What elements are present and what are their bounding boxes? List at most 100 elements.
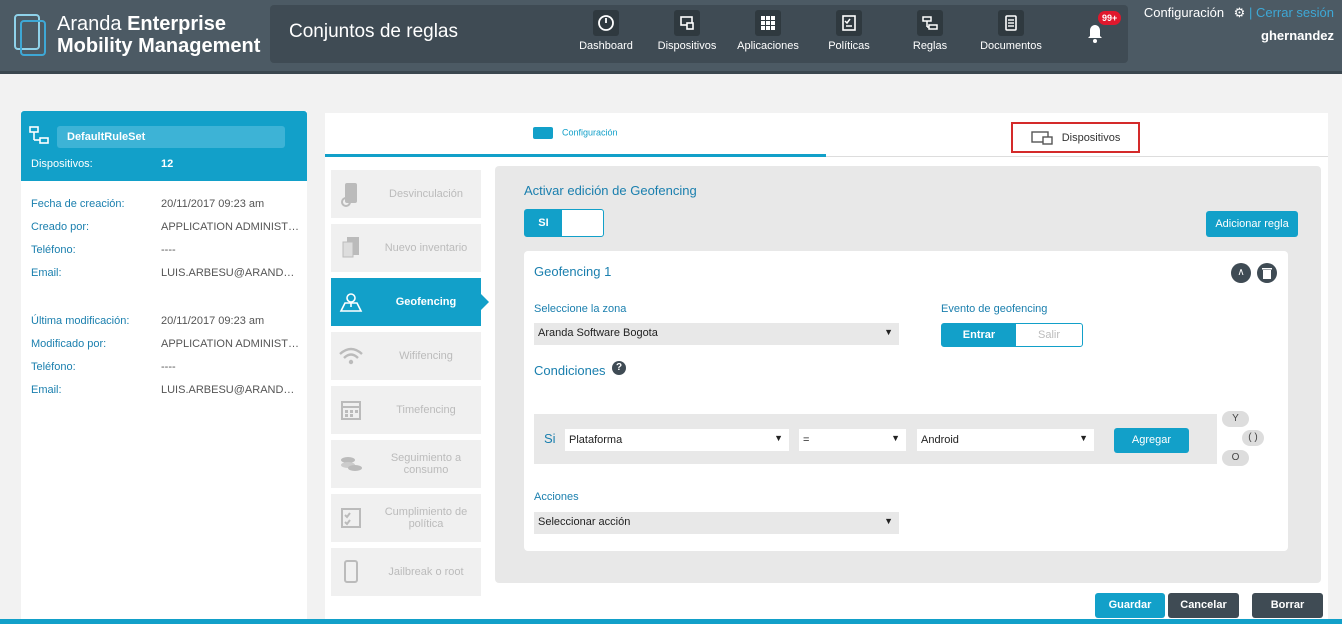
nav-dashboard[interactable]: Dashboard: [566, 10, 646, 62]
user-area: Configuración ⚙ | Cerrar sesión ghernand…: [1144, 5, 1334, 43]
menu-nuevo-inventario-label: Nuevo inventario: [384, 242, 468, 254]
menu-wififencing-label: Wififencing: [399, 350, 453, 362]
created-date-label: Fecha de creación:: [31, 198, 125, 210]
event-enter-option[interactable]: Entrar: [942, 324, 1016, 346]
modified-email-label: Email:: [31, 384, 62, 396]
unlink-phone-icon: [331, 181, 371, 207]
menu-jailbreak-root-label: Jailbreak o root: [388, 566, 464, 578]
nav-dispositivos-label: Dispositivos: [657, 40, 717, 52]
modified-by-value: APPLICATION ADMINISTRATOR: [161, 338, 301, 350]
menu-wififencing[interactable]: Wififencing: [331, 332, 481, 380]
menu-desvinculacion-label: Desvinculación: [389, 188, 463, 200]
help-icon[interactable]: ?: [612, 361, 626, 375]
condition-row: Si Plataforma ▼ = ▼ Android ▼ Agregar: [534, 414, 1217, 464]
notifications-badge: 99+: [1098, 11, 1122, 25]
nav-politicas-label: Políticas: [828, 40, 870, 52]
tab-dispositivos[interactable]: Dispositivos: [1011, 122, 1140, 153]
nav-dispositivos[interactable]: Dispositivos: [647, 10, 727, 62]
nav-documentos[interactable]: Documentos: [971, 10, 1051, 62]
policy-checklist-icon: [836, 10, 862, 36]
menu-geofencing[interactable]: Geofencing: [331, 278, 489, 326]
created-phone-value: ----: [161, 244, 176, 256]
condition-operator-select[interactable]: = ▼: [799, 429, 906, 451]
nav-documentos-label: Documentos: [980, 40, 1042, 52]
menu-seguimiento-consumo-label: Seguimiento a consumo: [390, 452, 462, 476]
menu-nuevo-inventario[interactable]: Nuevo inventario: [331, 224, 481, 272]
brand-name: Aranda Enterprise Mobility Management: [57, 13, 260, 57]
caret-down-icon: ▼: [884, 327, 893, 337]
condition-operator-value: =: [803, 434, 810, 446]
modified-phone-value: ----: [161, 361, 176, 373]
tab-bar: Configuración Dispositivos: [325, 113, 1328, 157]
brand-line1-bold: Enterprise: [127, 13, 226, 35]
logic-or-button[interactable]: O: [1222, 450, 1249, 466]
link-separator: |: [1248, 5, 1253, 20]
page-title: Conjuntos de reglas: [289, 21, 458, 42]
geofencing-content: Activar edición de Geofencing SI Adicion…: [495, 166, 1321, 583]
delete-button[interactable]: Borrar: [1252, 593, 1323, 618]
save-button[interactable]: Guardar: [1095, 593, 1165, 618]
condition-value-value: Android: [921, 434, 959, 446]
menu-timefencing[interactable]: Timefencing: [331, 386, 481, 434]
ruleset-header: DefaultRuleSet Dispositivos: 12: [21, 111, 307, 181]
apps-grid-icon: [755, 10, 781, 36]
menu-geofencing-label: Geofencing: [395, 296, 457, 308]
menu-cumplimiento-politica[interactable]: Cumplimiento de política: [331, 494, 481, 542]
condition-prefix: Si: [544, 431, 556, 446]
caret-down-icon: ▼: [774, 433, 783, 443]
geofencing-rule-card: Geofencing 1 ∧ Seleccione la zona Aranda…: [524, 251, 1288, 551]
geofencing-toggle-on: SI: [525, 210, 562, 236]
brand-line1-regular: Aranda: [57, 13, 122, 35]
rules-icon: [917, 10, 943, 36]
caret-down-icon: ▼: [1079, 433, 1088, 443]
created-date-value: 20/11/2017 09:23 am: [161, 198, 265, 210]
actions-select-value: Seleccionar acción: [538, 516, 631, 528]
config-link[interactable]: Configuración: [1144, 5, 1224, 20]
conditions-title: Condiciones: [534, 363, 606, 378]
zone-label: Seleccione la zona: [534, 303, 627, 315]
username: ghernandez: [1261, 28, 1334, 43]
event-exit-option[interactable]: Salir: [1016, 324, 1082, 346]
zone-select[interactable]: Aranda Software Bogota ▼: [534, 323, 899, 345]
nav-politicas[interactable]: Políticas: [809, 10, 889, 62]
menu-cumplimiento-politica-label: Cumplimiento de política: [384, 506, 468, 530]
actions-select[interactable]: Seleccionar acción ▼: [534, 512, 899, 534]
notifications-bell-icon[interactable]: [1083, 22, 1107, 46]
ruleset-name[interactable]: DefaultRuleSet: [57, 126, 285, 148]
menu-jailbreak-root[interactable]: Jailbreak o root: [331, 548, 481, 596]
add-rule-button[interactable]: Adicionar regla: [1206, 211, 1298, 237]
dashboard-gauge-icon: [593, 10, 619, 36]
trash-icon[interactable]: [1257, 263, 1277, 283]
logout-link[interactable]: Cerrar sesión: [1256, 5, 1334, 20]
modified-phone-label: Teléfono:: [31, 361, 76, 373]
cancel-button[interactable]: Cancelar: [1168, 593, 1239, 618]
caret-down-icon: ▼: [891, 433, 900, 443]
devices-count: 12: [161, 158, 174, 170]
add-condition-button[interactable]: Agregar: [1114, 428, 1189, 453]
condition-field-value: Plataforma: [569, 434, 623, 446]
ruleset-icon: [29, 126, 49, 144]
gear-icon[interactable]: ⚙: [1234, 5, 1246, 21]
geofencing-toggle[interactable]: SI: [524, 209, 604, 237]
created-phone-label: Teléfono:: [31, 244, 76, 256]
tab-configuracion[interactable]: Configuración: [325, 113, 826, 157]
nav-reglas-label: Reglas: [912, 40, 948, 52]
menu-seguimiento-consumo[interactable]: Seguimiento a consumo: [331, 440, 481, 488]
nav-aplicaciones[interactable]: Aplicaciones: [728, 10, 808, 62]
collapse-icon[interactable]: ∧: [1231, 263, 1251, 283]
modified-date-label: Última modificación:: [31, 315, 130, 327]
created-by-value: APPLICATION ADMINISTRATOR: [161, 221, 301, 233]
menu-desvinculacion[interactable]: Desvinculación: [331, 170, 481, 218]
calendar-icon: [331, 399, 371, 421]
condition-value-select[interactable]: Android ▼: [917, 429, 1094, 451]
map-pin-icon: [331, 291, 371, 313]
inventory-icon: [331, 235, 371, 261]
devices-tab-icon: [1030, 131, 1053, 145]
nav-reglas[interactable]: Reglas: [890, 10, 970, 62]
phone-lock-icon: [331, 560, 371, 584]
logic-paren-button[interactable]: ( ): [1242, 430, 1264, 446]
created-email-label: Email:: [31, 267, 62, 279]
condition-field-select[interactable]: Plataforma ▼: [565, 429, 789, 451]
logic-and-button[interactable]: Y: [1222, 411, 1249, 427]
actions-label: Acciones: [534, 491, 579, 503]
